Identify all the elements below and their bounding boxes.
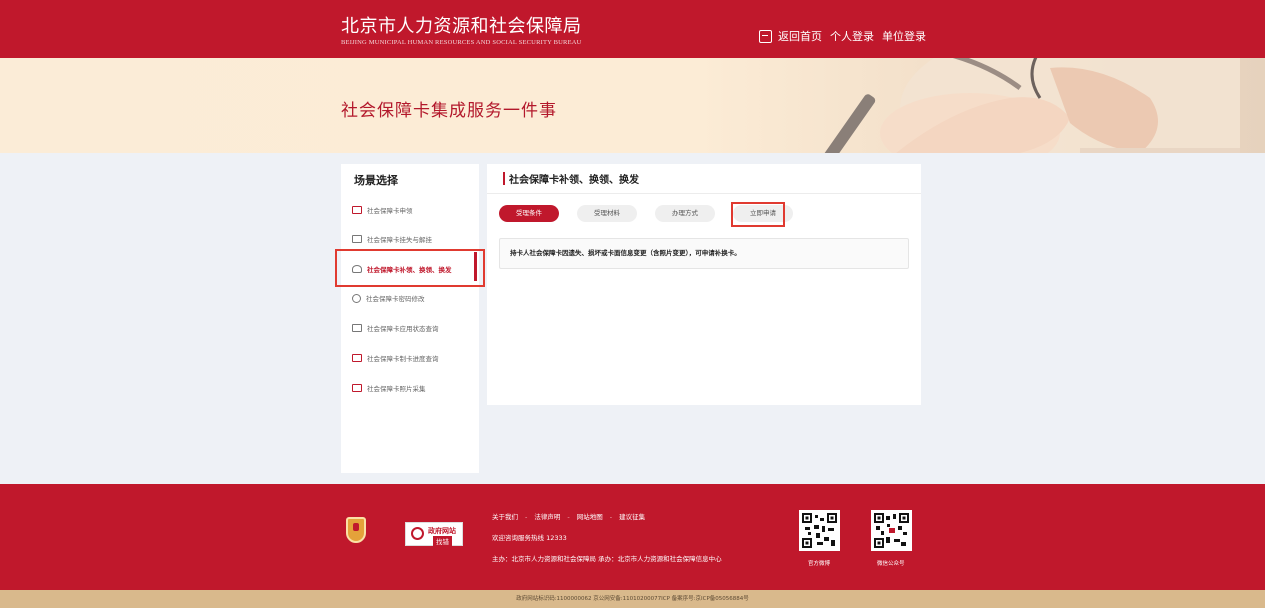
panel-header: 社会保障卡补领、换领、换发 bbox=[487, 164, 921, 194]
tab-materials[interactable]: 受理材料 bbox=[577, 205, 637, 222]
footer-link-legal[interactable]: 法律声明 bbox=[534, 513, 560, 521]
scene-sidebar: 场景选择 社会保障卡申领 社会保障卡挂失与解挂 社会保障卡补领、换领、换发 社会… bbox=[341, 164, 479, 473]
footer-registration: 政府网站标识码:1100000062 京公网安备:11010200077ICP … bbox=[0, 590, 1265, 608]
card-lock-icon bbox=[352, 235, 362, 243]
footer-link-suggestions[interactable]: 建议征集 bbox=[619, 513, 645, 521]
top-nav: 返回首页 个人登录 单位登录 bbox=[759, 28, 934, 44]
footer-link-separator: - bbox=[609, 513, 613, 521]
unit-login-link[interactable]: 单位登录 bbox=[882, 28, 926, 44]
qr-code-icon bbox=[802, 513, 837, 548]
site-footer: 政府网站 找错 关于我们 - 法律声明 - 网站地图 - 建议征集 欢迎咨询服务热线 123… bbox=[0, 484, 1265, 590]
main-panel: 社会保障卡补领、换领、换发 受理条件 受理材料 办理方式 立即申请 持卡人社会保… bbox=[487, 164, 921, 405]
sidebar-item-loss-report[interactable]: 社会保障卡挂失与解挂 bbox=[352, 234, 432, 244]
footer-link-separator: - bbox=[525, 513, 528, 521]
sidebar-item-apply[interactable]: 社会保障卡申领 bbox=[352, 205, 413, 215]
sidebar-item-status-query[interactable]: 社会保障卡应用状态查询 bbox=[352, 323, 439, 333]
page-banner: 社会保障卡集成服务一件事 bbox=[0, 58, 1265, 153]
gov-error-report-badge[interactable]: 政府网站 找错 bbox=[405, 522, 463, 546]
sidebar-item-label: 社会保障卡挂失与解挂 bbox=[367, 236, 432, 244]
personal-login-link[interactable]: 个人登录 bbox=[830, 28, 874, 44]
wechat-qr-label: 微信公众号 bbox=[877, 561, 905, 567]
sidebar-item-label: 社会保障卡制卡进度查询 bbox=[367, 355, 439, 363]
party-emblem-icon[interactable] bbox=[346, 517, 366, 543]
site-title-en: BEIJING MUNICIPAL HUMAN RESOURCES AND SO… bbox=[341, 39, 582, 46]
status-query-icon bbox=[352, 324, 362, 332]
id-card-icon bbox=[352, 206, 362, 214]
weibo-qr-code bbox=[799, 510, 840, 551]
qr-code-icon bbox=[874, 513, 909, 548]
panel-title: 社会保障卡补领、换领、换发 bbox=[509, 175, 639, 186]
footer-hotline: 欢迎咨询服务热线 12333 bbox=[492, 534, 567, 542]
site-header: 北京市人力资源和社会保障局 BEIJING MUNICIPAL HUMAN RE… bbox=[0, 0, 1265, 58]
footer-link-sitemap[interactable]: 网站地图 bbox=[577, 513, 603, 521]
sidebar-item-label: 社会保障卡照片采集 bbox=[367, 385, 426, 393]
progress-icon bbox=[352, 354, 362, 362]
tab-conditions[interactable]: 受理条件 bbox=[499, 205, 559, 222]
apply-now-highlight bbox=[731, 202, 785, 227]
gov-badge-title: 政府网站 bbox=[428, 527, 456, 535]
photo-icon bbox=[352, 384, 362, 392]
title-accent-bar bbox=[503, 172, 505, 185]
sidebar-item-label: 社会保障卡申领 bbox=[367, 207, 413, 215]
wechat-qr-code bbox=[871, 510, 912, 551]
banner-illustration bbox=[816, 58, 1240, 153]
weibo-qr-label: 官方微博 bbox=[808, 561, 831, 567]
banner-title: 社会保障卡集成服务一件事 bbox=[341, 101, 557, 121]
password-icon bbox=[352, 293, 361, 303]
tab-methods[interactable]: 办理方式 bbox=[655, 205, 715, 222]
footer-link-about[interactable]: 关于我们 bbox=[492, 513, 518, 521]
gov-badge-subtitle: 找错 bbox=[433, 536, 452, 546]
sidebar-item-password[interactable]: 社会保障卡密码修改 bbox=[352, 293, 425, 303]
sidebar-selection-highlight bbox=[335, 249, 485, 287]
back-home-icon[interactable] bbox=[759, 29, 772, 43]
magnifier-icon bbox=[411, 527, 424, 540]
back-home-link[interactable]: 返回首页 bbox=[778, 28, 822, 44]
sidebar-item-label: 社会保障卡应用状态查询 bbox=[367, 325, 439, 333]
sidebar-title: 场景选择 bbox=[354, 174, 398, 187]
footer-links: 关于我们 - 法律声明 - 网站地图 - 建议征集 bbox=[492, 511, 645, 521]
footer-link-separator: - bbox=[567, 513, 570, 521]
site-title[interactable]: 北京市人力资源和社会保障局 bbox=[341, 12, 582, 38]
conditions-notice: 持卡人社会保障卡因遗失、损坏或卡面信息变更（含照片变更），可申请补换卡。 bbox=[499, 238, 909, 269]
sidebar-item-photo[interactable]: 社会保障卡照片采集 bbox=[352, 383, 426, 393]
sidebar-item-progress-query[interactable]: 社会保障卡制卡进度查询 bbox=[352, 353, 439, 363]
footer-organizer: 主办：北京市人力资源和社会保障局 承办：北京市人力资源和社会保障信息中心 bbox=[492, 555, 722, 563]
sidebar-item-label: 社会保障卡密码修改 bbox=[366, 295, 425, 303]
